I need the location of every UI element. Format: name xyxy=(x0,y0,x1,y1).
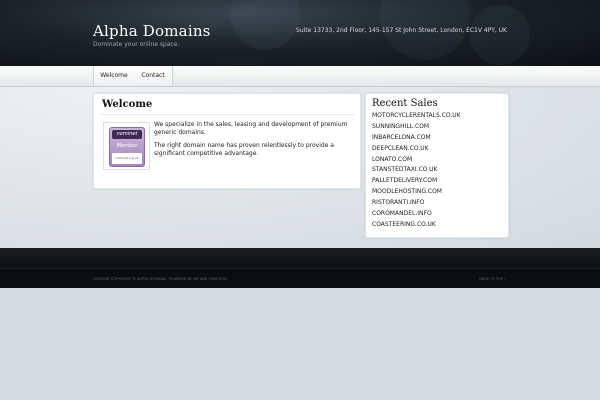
welcome-panel: Welcome nominet Member nominet.org.uk We… xyxy=(93,93,361,189)
recent-sales-heading: Recent Sales xyxy=(372,98,438,109)
nav-item-contact[interactable]: Contact xyxy=(134,66,173,86)
site-header: Alpha Domains Dominate your online space… xyxy=(0,0,600,66)
recent-sale-item[interactable]: COASTEERING.CO.UK xyxy=(372,220,461,231)
page-background xyxy=(0,288,600,400)
recent-sale-item[interactable]: PALLETDELIVERY.COM xyxy=(372,176,461,187)
copyright-text: CONTENT COPYRIGHT © ALPHA DOMAINS. POWER… xyxy=(93,277,227,281)
welcome-paragraph: The right domain name has proven relentl… xyxy=(154,142,334,157)
recent-sales-panel: Recent Sales MOTORCYCLERENTALS.CO.UK SUN… xyxy=(365,93,509,238)
recent-sale-item[interactable]: INBARCELONA.COM xyxy=(372,133,461,144)
back-to-top-link[interactable]: BACK TO TOP ↑ xyxy=(479,277,507,281)
site-footer: CONTENT COPYRIGHT © ALPHA DOMAINS. POWER… xyxy=(0,268,600,289)
recent-sales-list: MOTORCYCLERENTALS.CO.UK SUNNINGHILL.COM … xyxy=(372,111,461,231)
header-bokeh-decoration xyxy=(230,0,300,50)
header-bokeh-decoration xyxy=(470,5,530,65)
recent-sale-item[interactable]: MOTORCYCLERENTALS.CO.UK xyxy=(372,111,461,122)
nominet-member-logo[interactable]: nominet Member nominet.org.uk xyxy=(103,122,150,170)
nominet-member-text: Member xyxy=(116,143,138,149)
recent-sale-item[interactable]: RISTORANTI.INFO xyxy=(372,198,461,209)
recent-sale-item[interactable]: COROMANDEL.INFO xyxy=(372,209,461,220)
nav-item-welcome[interactable]: Welcome xyxy=(93,66,135,86)
welcome-heading: Welcome xyxy=(102,99,153,110)
site-title[interactable]: Alpha Domains xyxy=(93,22,211,40)
site-address: Suite 13733, 2nd Floor, 145-157 St John … xyxy=(296,27,507,34)
main-nav: Welcome Contact xyxy=(0,66,600,87)
recent-sale-item[interactable]: MOODLEHOSTING.COM xyxy=(372,187,461,198)
welcome-body: We specialize in the sales, leasing and … xyxy=(154,121,350,163)
recent-sale-item[interactable]: STANSTEDTAXI.CO.UK xyxy=(372,165,461,176)
recent-sale-item[interactable]: DEEPCLEAN.CO.UK xyxy=(372,144,461,155)
nominet-url-text: nominet.org.uk xyxy=(112,153,142,164)
recent-sale-item[interactable]: LONATO.COM xyxy=(372,155,461,166)
nominet-brand-text: nominet xyxy=(112,130,142,139)
footer-widget-bar xyxy=(0,248,600,268)
site-tagline: Dominate your online space. xyxy=(93,41,180,48)
welcome-divider xyxy=(100,114,354,115)
recent-sale-item[interactable]: SUNNINGHILL.COM xyxy=(372,122,461,133)
welcome-paragraph: We specialize in the sales, leasing and … xyxy=(154,121,348,136)
nominet-badge-icon: nominet Member nominet.org.uk xyxy=(109,127,145,167)
